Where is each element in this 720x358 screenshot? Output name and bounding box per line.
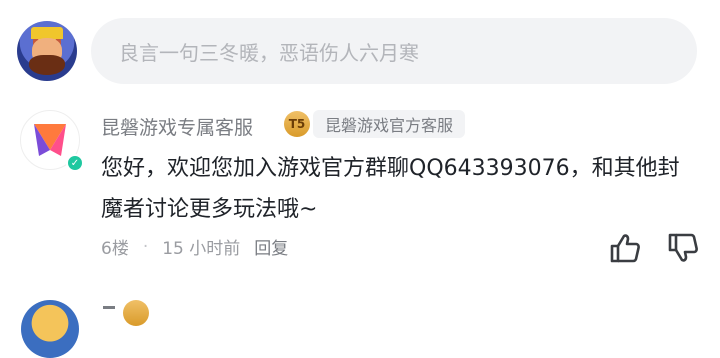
brand-logo-icon (34, 124, 66, 156)
comment-input-placeholder: 良言一句三冬暖，恶语伤人六月寒 (119, 40, 419, 65)
level-badge: T5 (284, 111, 310, 137)
comment-text: 您好，欢迎您加入游戏官方群聊QQ643393076，和其他封魔者讨论更多玩法哦~ (101, 156, 680, 222)
next-comment-avatar[interactable] (21, 300, 79, 358)
author-tag: 昆磐游戏官方客服 (313, 110, 466, 138)
comment-time: 15 小时前 (162, 239, 241, 259)
floor-number: 6楼 (101, 239, 129, 259)
avatar-beard-shape (29, 55, 65, 75)
thumbs-down-icon[interactable] (667, 233, 699, 263)
next-comment-author-fragment (103, 306, 115, 309)
user-avatar[interactable] (17, 21, 77, 81)
verified-check-icon: ✓ (66, 154, 84, 172)
comment-input[interactable]: 良言一句三冬暖，恶语伤人六月寒 (91, 18, 697, 84)
next-comment-level-badge (123, 300, 149, 326)
author-name[interactable]: 昆磐游戏专属客服 (101, 113, 253, 140)
comment-meta: 6楼 · 15 小时前 回复 (101, 234, 288, 260)
thumbs-up-icon[interactable] (609, 233, 641, 263)
reply-button[interactable]: 回复 (254, 234, 288, 259)
meta-separator: · (142, 236, 149, 257)
